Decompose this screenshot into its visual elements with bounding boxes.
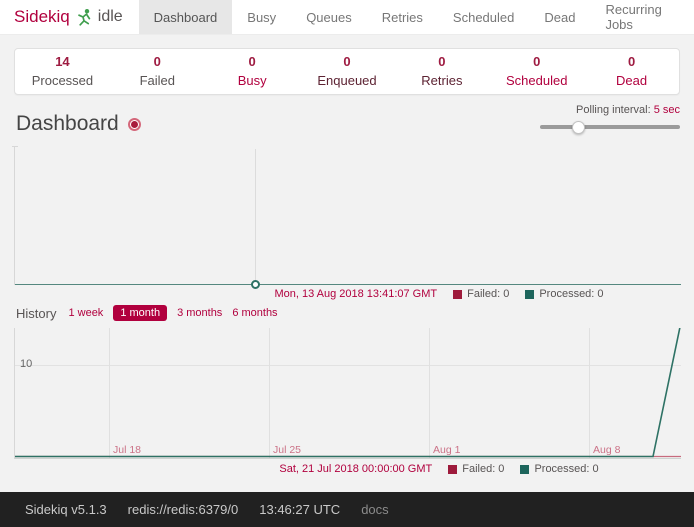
stat-scheduled-value: 0 bbox=[489, 53, 584, 72]
history-x-tick: Jul 25 bbox=[273, 444, 301, 456]
stat-scheduled-label: Scheduled bbox=[489, 72, 584, 91]
brand-area: Sidekiq idle bbox=[0, 0, 131, 34]
realtime-caption: Mon, 13 Aug 2018 13:41:07 GMT Failed: 0 … bbox=[92, 288, 694, 300]
tab-dashboard[interactable]: Dashboard bbox=[139, 0, 233, 34]
history-caption-time: Sat, 21 Jul 2018 00:00:00 GMT bbox=[279, 463, 432, 475]
history-caption: Sat, 21 Jul 2018 00:00:00 GMT Failed: 0 … bbox=[92, 463, 694, 475]
history-title: History bbox=[16, 306, 56, 321]
stat-processed: 14 Processed bbox=[15, 53, 110, 91]
stat-failed-label: Failed bbox=[110, 72, 205, 91]
stat-retries-value: 0 bbox=[394, 53, 489, 72]
live-poll-beacon-dot bbox=[131, 121, 138, 128]
history-legend-failed-text: Failed: 0 bbox=[462, 463, 504, 475]
stat-scheduled[interactable]: 0 Scheduled bbox=[489, 53, 584, 91]
page-title: Dashboard bbox=[16, 112, 141, 136]
stat-processed-value: 14 bbox=[15, 53, 110, 72]
stat-dead-value: 0 bbox=[584, 53, 679, 72]
stat-busy-value: 0 bbox=[205, 53, 300, 72]
tab-retries[interactable]: Retries bbox=[367, 0, 438, 34]
history-legend-failed: Failed: 0 bbox=[448, 463, 504, 475]
realtime-chart bbox=[14, 146, 681, 285]
history-chart: 10 Jul 18 Jul 25 Aug 1 Aug 8 bbox=[14, 328, 681, 459]
history-header: History 1 week 1 month 3 months 6 months bbox=[16, 305, 278, 321]
tab-scheduled[interactable]: Scheduled bbox=[438, 0, 529, 34]
footer: Sidekiq v5.1.3 redis://redis:6379/0 13:4… bbox=[0, 492, 694, 527]
history-range-3-months[interactable]: 3 months bbox=[177, 307, 222, 319]
processed-legend-swatch bbox=[520, 465, 529, 474]
history-range-buttons: 1 week 1 month 3 months 6 months bbox=[68, 305, 277, 321]
footer-version: Sidekiq v5.1.3 bbox=[25, 502, 107, 517]
stat-processed-label: Processed bbox=[15, 72, 110, 91]
polling-slider-handle[interactable] bbox=[572, 121, 585, 134]
stat-enqueued-label: Enqueued bbox=[300, 72, 395, 91]
stat-failed-value: 0 bbox=[110, 53, 205, 72]
polling-interval-slider[interactable] bbox=[540, 125, 680, 129]
history-x-tick: Jul 18 bbox=[113, 444, 141, 456]
tab-busy[interactable]: Busy bbox=[232, 0, 291, 34]
history-legend-processed-text: Processed: 0 bbox=[534, 463, 598, 475]
realtime-chart-gridline bbox=[255, 149, 256, 285]
history-legend-processed: Processed: 0 bbox=[520, 463, 598, 475]
realtime-chart-axis-tick bbox=[12, 146, 18, 147]
polling-interval-value-link[interactable]: 5 sec bbox=[654, 104, 680, 116]
polling-interval-label: Polling interval: bbox=[576, 104, 651, 116]
sidekiq-logo-icon bbox=[76, 8, 92, 26]
stat-retries[interactable]: 0 Retries bbox=[394, 53, 489, 91]
realtime-processed-line bbox=[15, 284, 681, 285]
history-x-tick: Aug 8 bbox=[593, 444, 620, 456]
stat-dead[interactable]: 0 Dead bbox=[584, 53, 679, 91]
realtime-caption-time: Mon, 13 Aug 2018 13:41:07 GMT bbox=[274, 288, 437, 300]
footer-docs-link[interactable]: docs bbox=[361, 502, 388, 517]
history-x-tick: Aug 1 bbox=[433, 444, 460, 456]
failed-legend-swatch bbox=[453, 290, 462, 299]
history-range-1-month[interactable]: 1 month bbox=[113, 305, 167, 321]
tab-dead[interactable]: Dead bbox=[529, 0, 590, 34]
stat-retries-label: Retries bbox=[394, 72, 489, 91]
stats-summary-card: 14 Processed 0 Failed 0 Busy 0 Enqueued … bbox=[14, 48, 680, 95]
tab-queues[interactable]: Queues bbox=[291, 0, 367, 34]
tab-recurring-jobs[interactable]: Recurring Jobs bbox=[590, 0, 694, 34]
realtime-legend-processed: Processed: 0 bbox=[525, 288, 603, 300]
sidekiq-dashboard-page: Sidekiq idle Dashboard Busy Queues Retri… bbox=[0, 0, 694, 527]
failed-legend-swatch bbox=[448, 465, 457, 474]
status-text: idle bbox=[98, 8, 123, 26]
stat-busy-label: Busy bbox=[205, 72, 300, 91]
nav-tabs: Dashboard Busy Queues Retries Scheduled … bbox=[139, 0, 694, 34]
history-series-lines bbox=[15, 328, 681, 458]
navbar: Sidekiq idle Dashboard Busy Queues Retri… bbox=[0, 0, 694, 35]
history-range-1-week[interactable]: 1 week bbox=[68, 307, 103, 319]
stat-enqueued[interactable]: 0 Enqueued bbox=[300, 53, 395, 91]
brand-link[interactable]: Sidekiq bbox=[14, 7, 70, 27]
footer-redis-url: redis://redis:6379/0 bbox=[128, 502, 239, 517]
stat-enqueued-value: 0 bbox=[300, 53, 395, 72]
processed-legend-swatch bbox=[525, 290, 534, 299]
polling-interval-control: Polling interval: 5 sec bbox=[540, 104, 680, 129]
stat-busy[interactable]: 0 Busy bbox=[205, 53, 300, 91]
realtime-legend-failed: Failed: 0 bbox=[453, 288, 509, 300]
history-range-6-months[interactable]: 6 months bbox=[232, 307, 277, 319]
history-processed-line bbox=[15, 328, 680, 457]
realtime-legend-failed-text: Failed: 0 bbox=[467, 288, 509, 300]
realtime-legend-processed-text: Processed: 0 bbox=[539, 288, 603, 300]
page-title-text: Dashboard bbox=[16, 112, 119, 136]
footer-server-time: 13:46:27 UTC bbox=[259, 502, 340, 517]
stat-dead-label: Dead bbox=[584, 72, 679, 91]
live-poll-beacon[interactable] bbox=[128, 118, 141, 131]
stat-failed: 0 Failed bbox=[110, 53, 205, 91]
